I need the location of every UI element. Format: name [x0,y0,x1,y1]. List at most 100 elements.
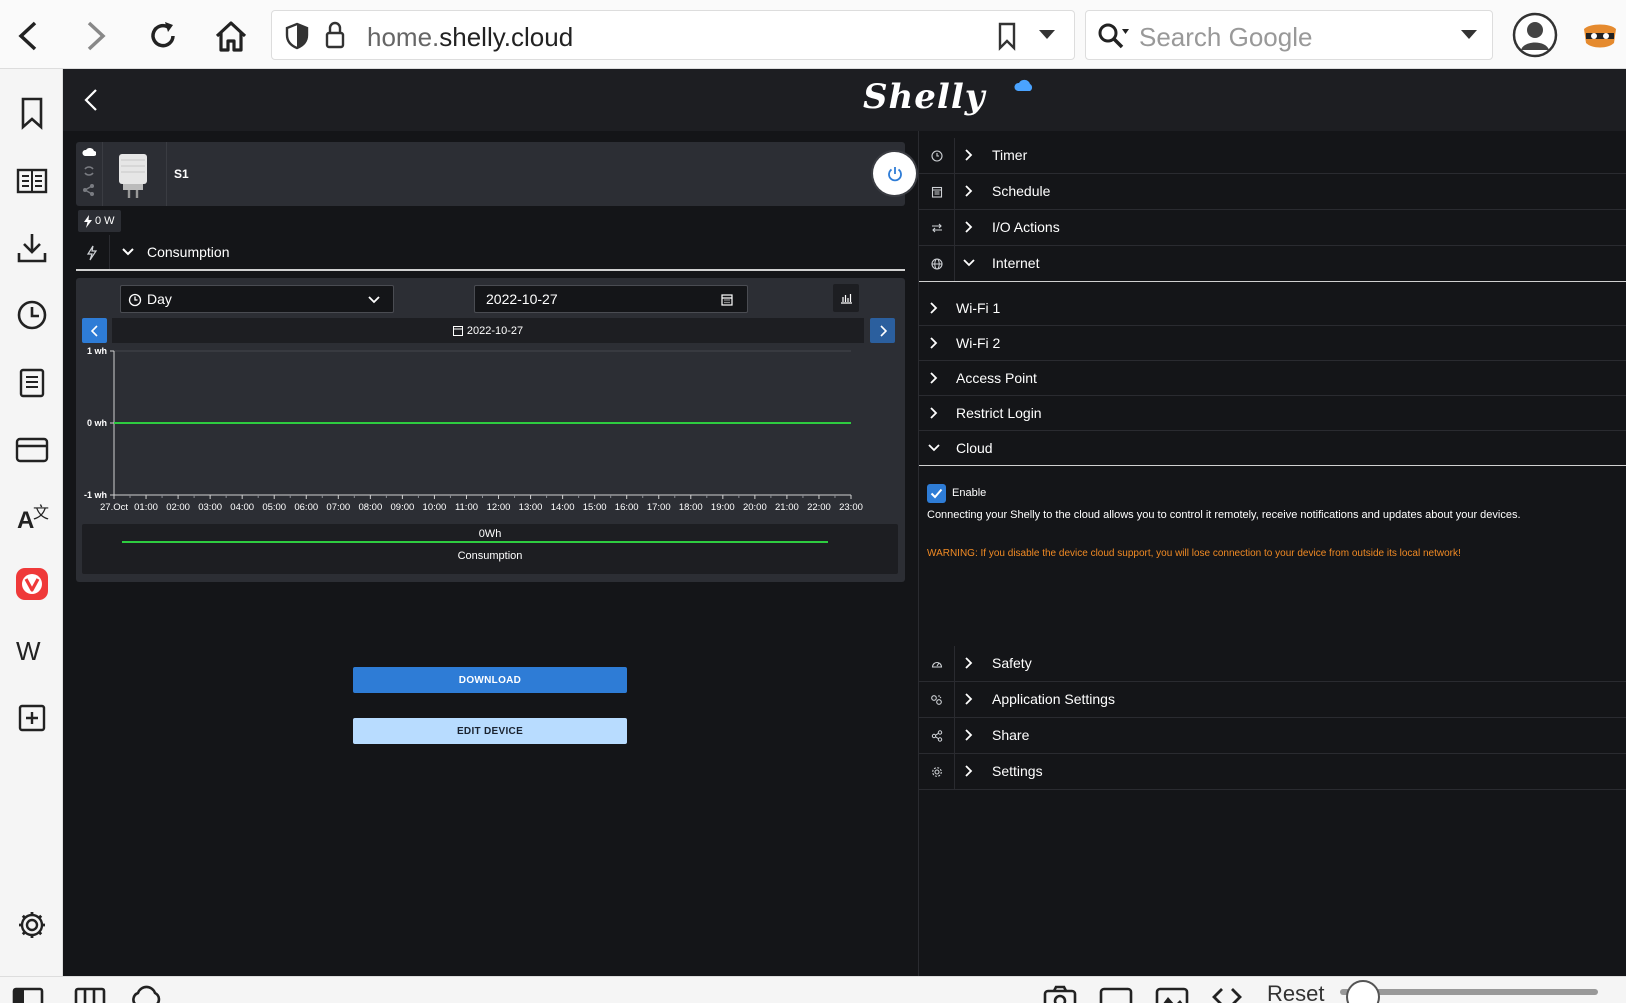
menu-wifi-1[interactable]: Wi-Fi 1 [919,291,1626,326]
next-date-button[interactable] [870,318,895,343]
menu-schedule[interactable]: Schedule [919,174,1626,210]
cloud-warning: WARNING: If you disable the device cloud… [927,548,1461,559]
menu-safety[interactable]: Safety [919,646,1626,682]
x-tick-label: 10:00 [423,502,447,513]
zoom-slider-handle[interactable] [1346,980,1380,1003]
menu-cloud-label: Cloud [956,440,993,456]
menu-timer-label: Timer [992,147,1028,163]
extension-mask-icon[interactable] [1578,14,1622,58]
power-toggle-button[interactable] [873,152,916,195]
window-panel-icon[interactable] [10,428,54,472]
reload-icon[interactable] [141,14,185,58]
menu-cloud[interactable]: Cloud [919,431,1626,466]
capture-icon[interactable] [1043,985,1077,1003]
calendar-icon [721,294,733,306]
back-icon[interactable] [6,14,50,58]
menu-timer[interactable]: Timer [919,138,1626,174]
back-arrow-icon[interactable] [83,88,99,112]
chevron-down-icon[interactable] [1038,29,1056,41]
downloads-icon[interactable] [10,226,54,270]
prev-date-button[interactable] [82,318,107,343]
chevron-right-icon [965,149,973,161]
profile-avatar-icon[interactable] [1511,11,1559,59]
consumption-chart-panel: Day 2022-10-27 2022-10-27 1 wh 0 wh -1 wh 2… [76,278,905,582]
home-icon[interactable] [209,14,253,58]
x-tick-label: 19:00 [711,502,735,513]
menu-internet-label: Internet [992,255,1040,271]
x-tick-label: 01:00 [134,502,158,513]
menu-access-point[interactable]: Access Point [919,361,1626,396]
x-tick-label: 03:00 [198,502,222,513]
x-tick-label: 14:00 [551,502,575,513]
menu-application-settings-label: Application Settings [992,691,1115,707]
bar-chart-icon [840,294,852,304]
settings-gear-icon[interactable] [10,903,54,947]
calendar-icon [919,174,955,209]
bookmarks-panel-icon[interactable] [10,91,54,135]
menu-internet[interactable]: Internet [919,246,1626,282]
url-prefix: home. [367,22,440,52]
search-input[interactable]: Search Google [1139,22,1312,53]
menu-share-label: Share [992,727,1030,743]
settings-pane: Timer Schedule I/O Actions Internet Wi-F… [918,131,1626,976]
url-text[interactable]: home.shelly.cloud [367,22,573,53]
x-tick-label: 15:00 [583,502,607,513]
page-tiling-icon[interactable] [1099,987,1133,1003]
chart-type-button[interactable] [833,284,859,312]
menu-wifi-2[interactable]: Wi-Fi 2 [919,326,1626,361]
chevron-down-icon[interactable] [1460,29,1478,41]
zoom-reset-button[interactable]: Reset [1267,981,1324,1003]
menu-settings-label: Settings [992,763,1043,779]
edit-device-button[interactable]: EDIT DEVICE [353,718,627,744]
search-engine-icon[interactable] [1096,21,1130,51]
device-card[interactable]: S1 [76,142,916,206]
wikipedia-icon[interactable]: W [10,629,54,673]
menu-wifi-1-label: Wi-Fi 1 [956,300,1001,316]
y-tick-label: 1 wh [87,346,107,356]
notes-icon[interactable] [10,361,54,405]
panel-toggle-icon[interactable] [12,987,44,1003]
period-select[interactable]: Day [120,285,394,313]
reading-list-icon[interactable] [10,159,54,203]
consumption-section-header[interactable]: Consumption [76,235,905,271]
power-icon [887,166,902,181]
x-tick-label: 09:00 [391,502,415,513]
lock-icon[interactable] [324,20,346,50]
menu-io-actions[interactable]: I/O Actions [919,210,1626,246]
chevron-right-icon [965,729,973,741]
chart-legend: 0Wh Consumption [82,524,898,574]
gauge-icon [919,646,955,681]
menu-share[interactable]: Share [919,718,1626,754]
x-tick-label: 16:00 [615,502,639,513]
add-web-panel-icon[interactable] [10,696,54,740]
menu-application-settings[interactable]: Application Settings [919,682,1626,718]
bookmark-icon[interactable] [996,21,1018,51]
sync-icon [84,166,94,176]
x-tick-label: 23:00 [839,502,863,513]
shield-icon[interactable] [284,22,310,50]
x-tick-label: 11:00 [455,502,478,513]
chevron-right-icon [965,221,973,233]
page-actions-icon[interactable] [1210,987,1244,1003]
menu-settings[interactable]: Settings [919,754,1626,790]
svg-text:W: W [16,636,41,666]
menu-restrict-login-label: Restrict Login [956,405,1042,421]
download-button[interactable]: DOWNLOAD [353,667,627,693]
cloud-sync-icon[interactable] [128,985,164,1003]
forward-icon[interactable] [74,14,118,58]
globe-icon [919,246,955,281]
images-icon[interactable] [1155,987,1189,1003]
date-picker-input[interactable]: 2022-10-27 [474,285,748,313]
chevron-down-icon [368,296,380,304]
chevron-down-icon [963,259,975,267]
address-bar[interactable]: home.shelly.cloud [271,10,1075,60]
search-bar[interactable]: Search Google [1085,10,1493,60]
menu-access-point-label: Access Point [956,370,1037,386]
menu-restrict-login[interactable]: Restrict Login [919,396,1626,431]
chevron-right-icon [965,185,973,197]
tab-tiling-icon[interactable] [74,987,106,1003]
vivaldi-icon[interactable] [10,562,54,606]
translate-icon[interactable]: A文 [10,495,54,539]
history-icon[interactable] [10,293,54,337]
cloud-enable-checkbox[interactable] [927,484,946,503]
